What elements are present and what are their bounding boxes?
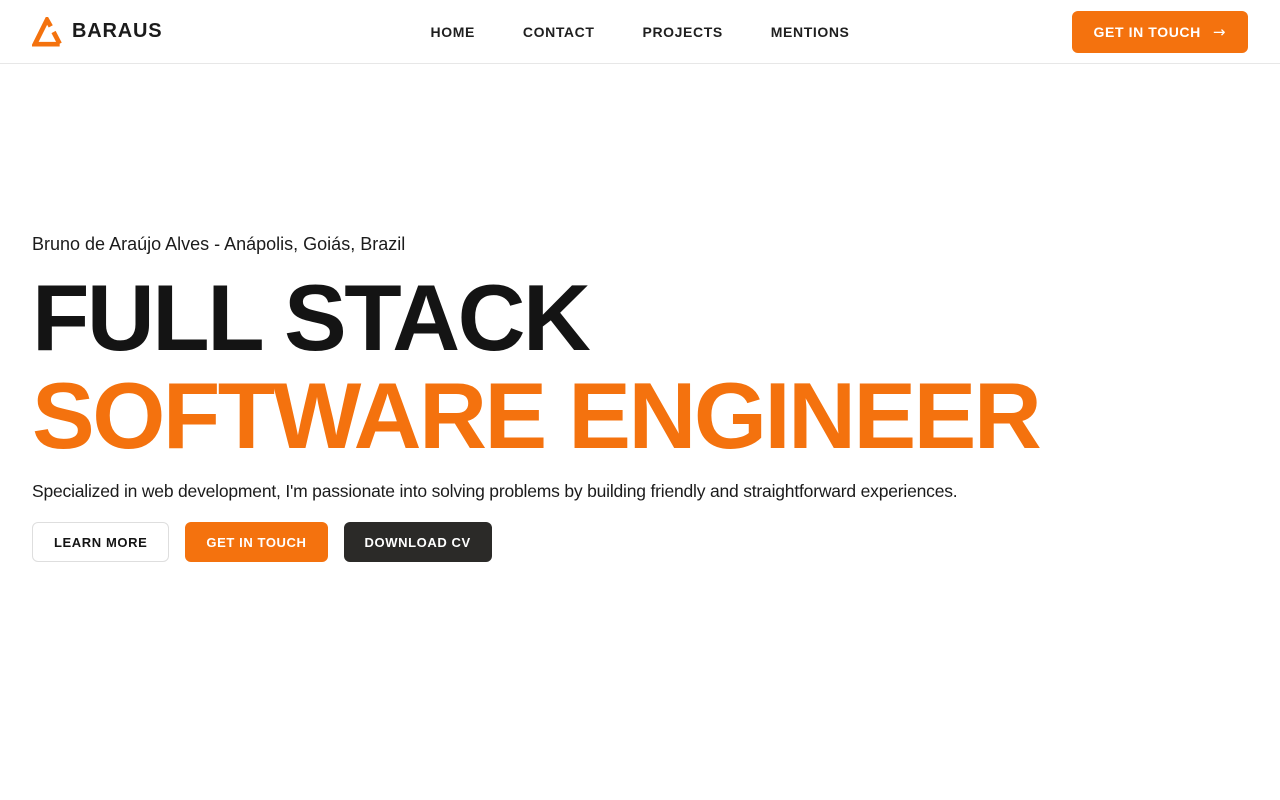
arrow-right-icon: → xyxy=(1212,22,1226,41)
hero-actions: LEARN MORE GET IN TOUCH DOWNLOAD CV xyxy=(32,522,1248,562)
nav-item-contact[interactable]: CONTACT xyxy=(523,24,595,40)
get-in-touch-button[interactable]: GET IN TOUCH xyxy=(185,522,328,562)
brand-logo[interactable]: BARAUS xyxy=(32,16,163,47)
triangle-logo-icon xyxy=(32,16,62,47)
nav-item-home[interactable]: HOME xyxy=(431,24,475,40)
hero-title-line2: SOFTWARE ENGINEER xyxy=(32,363,1042,468)
hero-subtitle: Specialized in web development, I'm pass… xyxy=(32,481,958,501)
header-get-in-touch-button[interactable]: GET IN TOUCH → xyxy=(1071,10,1248,53)
hero-title: FULL STACK SOFTWARE ENGINEER xyxy=(32,269,1248,465)
nav-item-projects[interactable]: PROJECTS xyxy=(643,24,723,40)
learn-more-button[interactable]: LEARN MORE xyxy=(32,522,170,562)
header-cta-label: GET IN TOUCH xyxy=(1093,23,1201,40)
hero-title-line1: FULL STACK xyxy=(32,265,591,370)
header: BARAUS HOME CONTACT PROJECTS MENTIONS GE… xyxy=(0,0,1280,64)
main-nav: HOME CONTACT PROJECTS MENTIONS xyxy=(431,24,850,40)
hero-intro-text: Bruno de Araújo Alves - Anápolis, Goiás,… xyxy=(32,234,406,254)
nav-item-mentions[interactable]: MENTIONS xyxy=(771,24,850,40)
download-cv-button[interactable]: DOWNLOAD CV xyxy=(343,522,492,562)
brand-name: BARAUS xyxy=(72,20,163,42)
hero-section: Bruno de Araújo Alves - Anápolis, Goiás,… xyxy=(0,64,1280,562)
